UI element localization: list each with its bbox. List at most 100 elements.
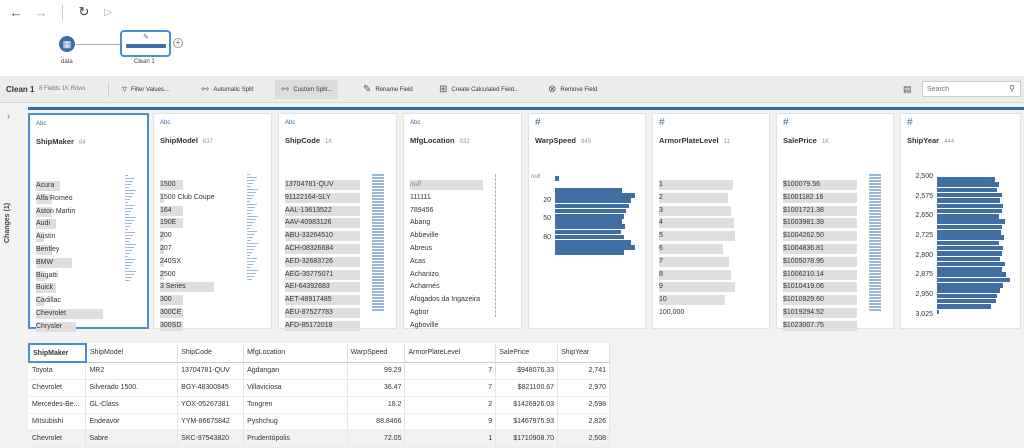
value-row[interactable]: AAL-13613522	[285, 205, 361, 218]
field-name[interactable]: ShipYear 444	[907, 136, 954, 145]
histogram-bar[interactable]	[937, 182, 999, 187]
table-cell[interactable]: 2,508	[557, 430, 610, 448]
histogram-bar[interactable]	[555, 234, 624, 240]
table-row[interactable]: Mercedes-Be... GL-Class YOX-05267381 Tongre…	[29, 396, 610, 414]
value-row[interactable]: $1010419.06	[783, 281, 858, 294]
table-cell[interactable]: $948076.33	[495, 362, 559, 380]
value-row[interactable]: 1500 Club Coupe	[160, 192, 215, 205]
value-row[interactable]: Acura	[36, 180, 75, 193]
value-row[interactable]: $1003981.39	[783, 217, 858, 230]
value-row[interactable]: Abbeville	[410, 230, 480, 243]
value-row[interactable]: Agboville	[410, 320, 480, 333]
histogram-bar[interactable]	[555, 229, 621, 235]
grid-header-shipmaker[interactable]: ShipMaker	[28, 343, 87, 363]
table-cell[interactable]: Silverado 1500.	[85, 379, 179, 397]
table-cell[interactable]: BGY-48300845	[177, 379, 245, 397]
value-row[interactable]: Acharnés	[410, 281, 480, 294]
table-row[interactable]: Chevrolet Sabre SKC-97543820 Prudentópolis 7…	[29, 430, 610, 448]
table-cell[interactable]: Agdangan	[243, 362, 348, 380]
histogram-bar[interactable]	[937, 240, 999, 246]
value-row[interactable]: 1500	[160, 179, 215, 192]
value-row[interactable]: ABU-33264510	[285, 230, 361, 243]
value-row[interactable]: Chrysler	[36, 321, 76, 334]
value-row[interactable]: BMW	[36, 257, 75, 270]
table-cell[interactable]: 2	[404, 396, 497, 414]
field-name[interactable]: ArmorPlateLevel 11	[659, 136, 730, 145]
profile-card-armorplatelevel[interactable]: # ArmorPlateLevel 11 1 2 3 4 5 6 7 8 9 10 100,000	[652, 113, 770, 329]
value-row[interactable]: 91122164-SLY	[285, 192, 361, 205]
table-cell[interactable]: 9	[404, 413, 497, 431]
field-name[interactable]: MfgLocation 832	[410, 136, 470, 145]
histogram-bar[interactable]	[937, 177, 995, 182]
input-step-node[interactable]: ▦	[59, 36, 75, 52]
histogram-bar[interactable]	[937, 245, 1004, 251]
overview-scroll[interactable]	[495, 174, 507, 318]
value-row[interactable]: ACH-08326684	[285, 243, 361, 256]
value-row[interactable]: 300SD	[160, 320, 215, 333]
table-cell[interactable]: Mitsubishi	[29, 413, 87, 431]
search-input[interactable]	[922, 81, 1021, 97]
value-row[interactable]: AFD-85172018	[285, 320, 361, 333]
histogram-bar[interactable]	[937, 230, 1001, 235]
table-cell[interactable]: 1	[404, 430, 497, 448]
value-row[interactable]: $1019294.52	[783, 307, 858, 320]
value-row[interactable]: 5	[659, 230, 736, 243]
histogram-bar[interactable]	[937, 298, 996, 304]
histogram-bar[interactable]	[937, 304, 991, 309]
table-cell[interactable]: 2,826	[557, 413, 610, 431]
value-row[interactable]: Bugatti	[36, 270, 75, 283]
value-row[interactable]: 1	[659, 179, 734, 192]
value-row[interactable]: Cadillac	[36, 295, 75, 308]
string-type-icon[interactable]: Abc	[285, 120, 295, 126]
histogram-bar[interactable]	[555, 193, 635, 198]
value-row[interactable]: 7	[659, 256, 730, 269]
value-row[interactable]: 10	[659, 294, 726, 307]
value-row[interactable]: 8	[659, 269, 731, 282]
histogram-bar[interactable]	[937, 224, 1003, 230]
histogram-bar[interactable]	[937, 256, 1001, 261]
value-row[interactable]: 789456	[410, 205, 480, 218]
overview-scroll[interactable]	[372, 174, 384, 312]
histogram-bar[interactable]	[555, 245, 635, 250]
value-row[interactable]: $1004262.50	[783, 230, 858, 243]
profile-card-shipmaker[interactable]: Abc ShipMaker 64 Acura Alfa Romeo Aston Marti…	[28, 113, 149, 332]
value-row[interactable]: AAV-40983126	[285, 217, 361, 230]
table-cell[interactable]: Chevrolet	[29, 379, 87, 397]
histogram-bar[interactable]	[937, 272, 1007, 277]
value-row[interactable]: AEG-35775071	[285, 269, 361, 282]
value-row[interactable]: $1006210.14	[783, 269, 858, 282]
histogram-bar[interactable]	[555, 176, 560, 181]
table-cell[interactable]: SKC-97543820	[177, 430, 245, 448]
value-row[interactable]: AEI-64392683	[285, 281, 361, 294]
table-cell[interactable]: GL-Class	[85, 396, 179, 414]
histogram-bar[interactable]	[555, 240, 631, 245]
add-step-icon[interactable]: +	[173, 38, 183, 48]
table-row[interactable]: Chevrolet Silverado 1500. BGY-48300845 Vill…	[29, 379, 610, 397]
histogram-bar[interactable]	[937, 214, 999, 219]
field-name[interactable]: ShipModel 637	[160, 136, 213, 145]
profile-card-shipcode[interactable]: Abc ShipCode 1K 13704781-QUV 91122164-SLY AAL…	[278, 113, 397, 331]
grid-header-shipmodel[interactable]: ShipModel	[85, 344, 179, 363]
histogram-bar[interactable]	[937, 288, 1001, 293]
histogram-bar[interactable]	[555, 188, 623, 193]
field-name[interactable]: SalePrice 1K	[783, 136, 829, 145]
histogram-bar[interactable]	[937, 187, 998, 193]
value-row[interactable]: Afogados da Ingazeira	[410, 294, 480, 307]
histogram-bar[interactable]	[937, 261, 1005, 267]
overview-scroll[interactable]	[247, 174, 259, 282]
value-row[interactable]: Aston Martin	[36, 206, 75, 219]
string-type-icon[interactable]: Abc	[160, 120, 170, 126]
grid-header-armorplatelevel[interactable]: ArmorPlateLevel	[404, 344, 497, 363]
table-cell[interactable]: Chevrolet	[29, 430, 87, 448]
profile-card-warpspeed[interactable]: # WarpSpeed 945 null 20 50 80	[528, 113, 646, 329]
string-type-icon[interactable]: Abc	[410, 120, 420, 126]
value-row[interactable]: 6	[659, 243, 723, 256]
table-cell[interactable]: $1710908.70	[495, 430, 559, 448]
profile-card-saleprice[interactable]: # SalePrice 1K $100079.56 $1001182.16 $100172…	[776, 113, 894, 331]
value-row[interactable]: 9	[659, 281, 735, 294]
table-cell[interactable]: Toyota	[29, 362, 87, 380]
back-arrow-icon[interactable]: ←	[8, 4, 24, 20]
value-row[interactable]: 190E	[160, 217, 215, 230]
value-row[interactable]: Austin	[36, 231, 75, 244]
value-row[interactable]: 100,000	[659, 307, 684, 320]
